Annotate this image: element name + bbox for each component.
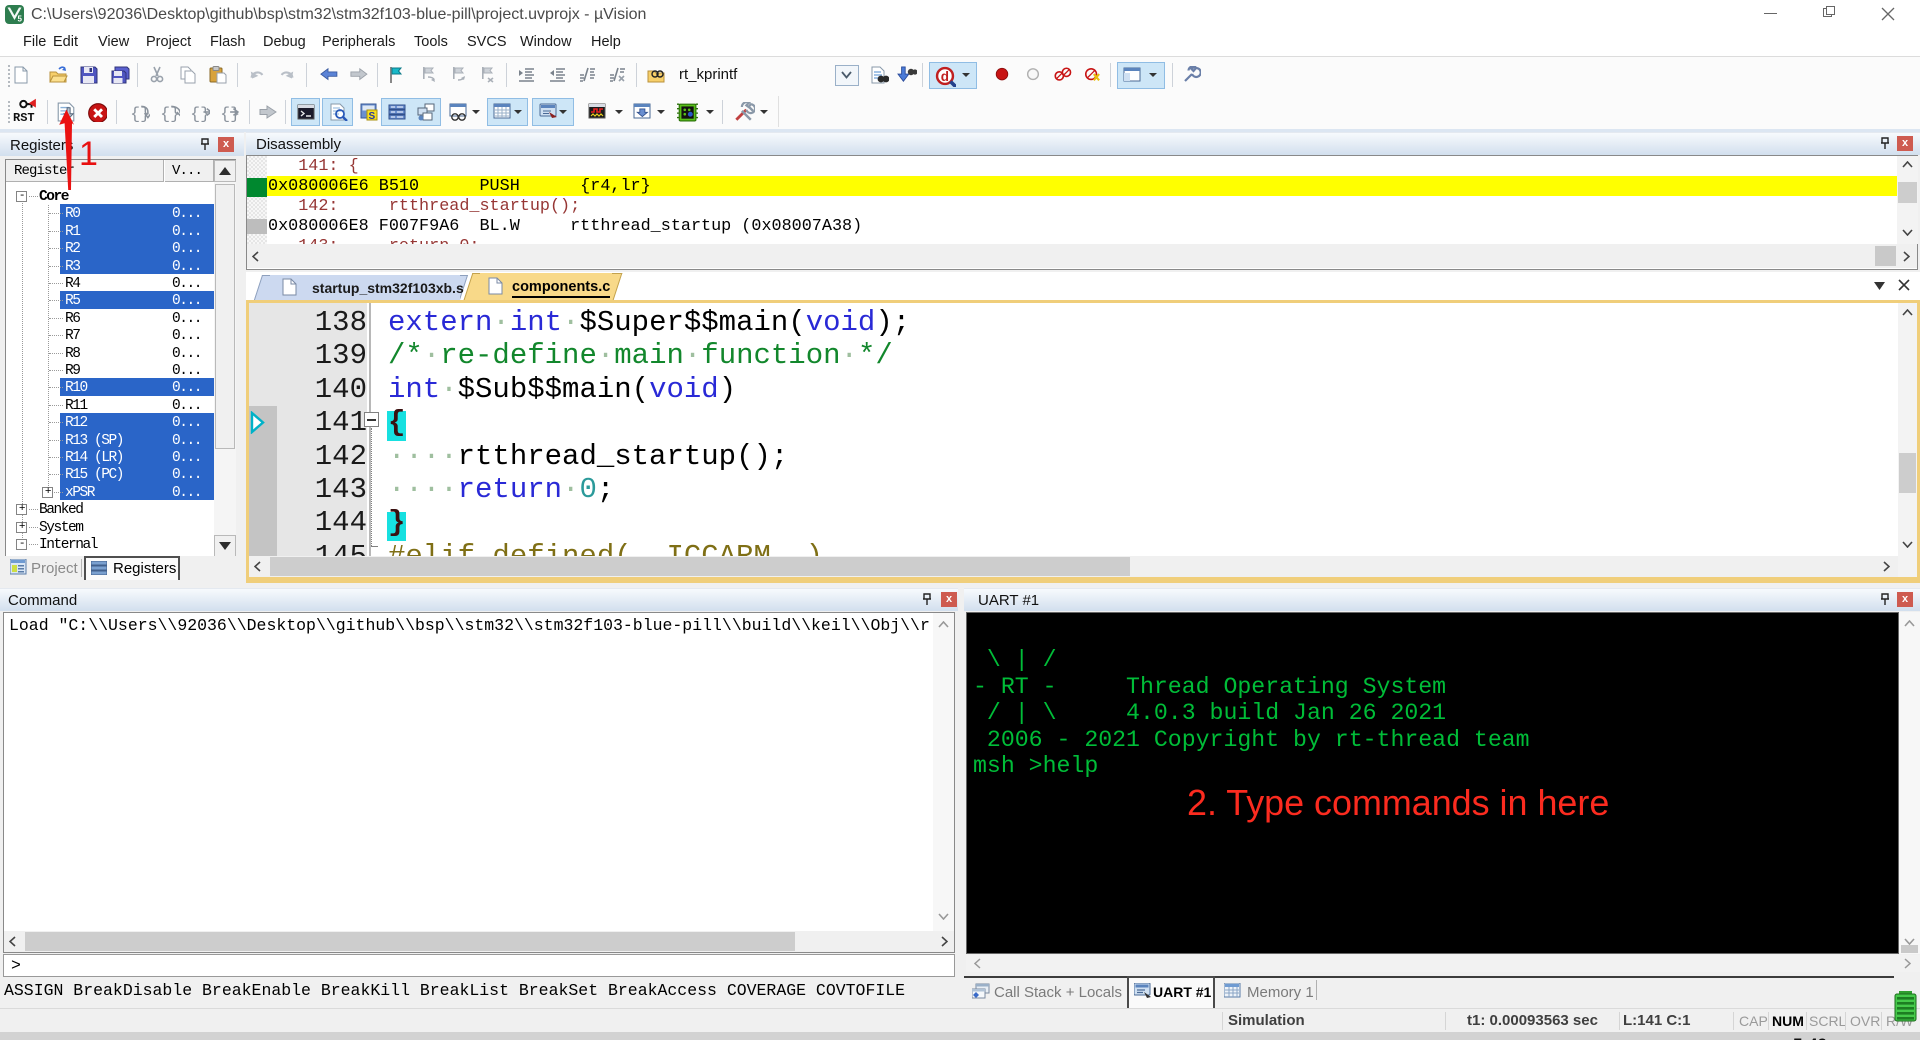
svg-text:d: d bbox=[941, 69, 949, 84]
svg-text:5: 5 bbox=[18, 15, 23, 24]
svg-text:{}: {} bbox=[220, 106, 240, 122]
svg-text:S: S bbox=[369, 111, 376, 121]
svg-text:{}: {} bbox=[190, 106, 210, 122]
